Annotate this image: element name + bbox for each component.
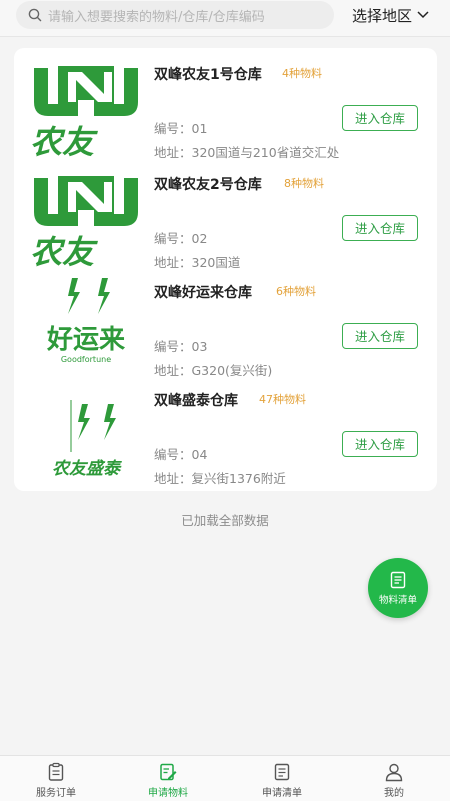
user-icon	[385, 763, 403, 782]
svg-text:农友: 农友	[30, 123, 98, 158]
svg-text:农友盛泰: 农友盛泰	[52, 459, 122, 479]
haoyunlai-logo: 好运来 Goodfortune	[46, 278, 126, 364]
tab-apply-materials[interactable]: 申请物料	[128, 762, 208, 799]
enter-warehouse-button[interactable]: 进入仓库	[342, 431, 418, 457]
list-document-icon	[274, 763, 290, 781]
region-label: 选择地区	[352, 6, 413, 25]
region-selector[interactable]: 选择地区	[352, 4, 429, 26]
bottom-tab-bar: 服务订单 申请物料 申请清单 我的	[0, 755, 450, 801]
svg-text:Goodfortune: Goodfortune	[61, 355, 111, 364]
tab-service-orders[interactable]: 服务订单	[16, 762, 96, 799]
svg-text:好运来: 好运来	[46, 325, 126, 355]
enter-warehouse-button[interactable]: 进入仓库	[342, 105, 418, 131]
search-icon	[28, 8, 42, 22]
fab-label: 物料清单	[378, 594, 417, 606]
top-bar: 请输入想要搜索的物料/仓库/仓库编码 选择地区	[0, 0, 450, 37]
edit-document-icon	[160, 763, 177, 781]
warehouse-item[interactable]: 好运来 Goodfortune 双峰好运来仓库 6种物料 编号：03 地址：G3…	[14, 266, 437, 378]
svg-text:农友: 农友	[30, 233, 98, 268]
list-document-icon	[390, 571, 406, 588]
warehouse-code: 编号：03	[154, 339, 208, 354]
warehouse-name: 双峰盛泰仓库	[154, 393, 238, 409]
warehouse-list: 农友 双峰农友1号仓库 4种物料 编号：01 地址：320国道与210省道交汇处…	[14, 48, 437, 491]
warehouse-item[interactable]: 农友盛泰 双峰盛泰仓库 47种物料 编号：04 地址：复兴街1376附近 进入仓…	[14, 374, 437, 486]
material-count: 4种物料	[282, 67, 322, 80]
enter-warehouse-button[interactable]: 进入仓库	[342, 323, 418, 349]
warehouse-name: 双峰农友1号仓库	[154, 67, 262, 83]
warehouse-code: 编号：04	[154, 447, 208, 462]
enter-warehouse-button[interactable]: 进入仓库	[342, 215, 418, 241]
search-placeholder: 请输入想要搜索的物料/仓库/仓库编码	[48, 9, 265, 25]
material-count: 6种物料	[276, 285, 316, 298]
tab-label: 我的	[384, 788, 404, 799]
nongyou-logo: 农友	[30, 176, 138, 268]
material-count: 47种物料	[259, 393, 306, 406]
warehouse-code: 编号：02	[154, 231, 208, 246]
tab-application-list[interactable]: 申请清单	[242, 762, 322, 799]
tab-profile[interactable]: 我的	[354, 762, 434, 799]
warehouse-name: 双峰好运来仓库	[154, 285, 252, 301]
warehouse-item[interactable]: 农友 双峰农友1号仓库 4种物料 编号：01 地址：320国道与210省道交汇处…	[14, 48, 437, 160]
tab-label: 申请物料	[148, 788, 188, 799]
chevron-down-icon	[417, 11, 429, 19]
warehouse-item[interactable]: 农友 双峰农友2号仓库 8种物料 编号：02 地址：320国道 进入仓库	[14, 158, 437, 270]
material-list-button[interactable]: 物料清单	[368, 558, 428, 618]
tab-label: 申请清单	[262, 788, 302, 799]
clipboard-icon	[48, 762, 64, 781]
search-input[interactable]: 请输入想要搜索的物料/仓库/仓库编码	[16, 1, 334, 29]
tab-label: 服务订单	[36, 788, 76, 799]
nongyou-logo: 农友	[30, 66, 138, 158]
warehouse-code: 编号：01	[154, 121, 208, 136]
warehouse-name: 双峰农友2号仓库	[154, 177, 262, 193]
warehouse-address: 地址：复兴街1376附近	[154, 471, 286, 486]
material-count: 8种物料	[284, 177, 324, 190]
nongyou-shengtai-logo: 农友盛泰	[52, 400, 122, 479]
load-complete-text: 已加载全部数据	[181, 513, 269, 528]
